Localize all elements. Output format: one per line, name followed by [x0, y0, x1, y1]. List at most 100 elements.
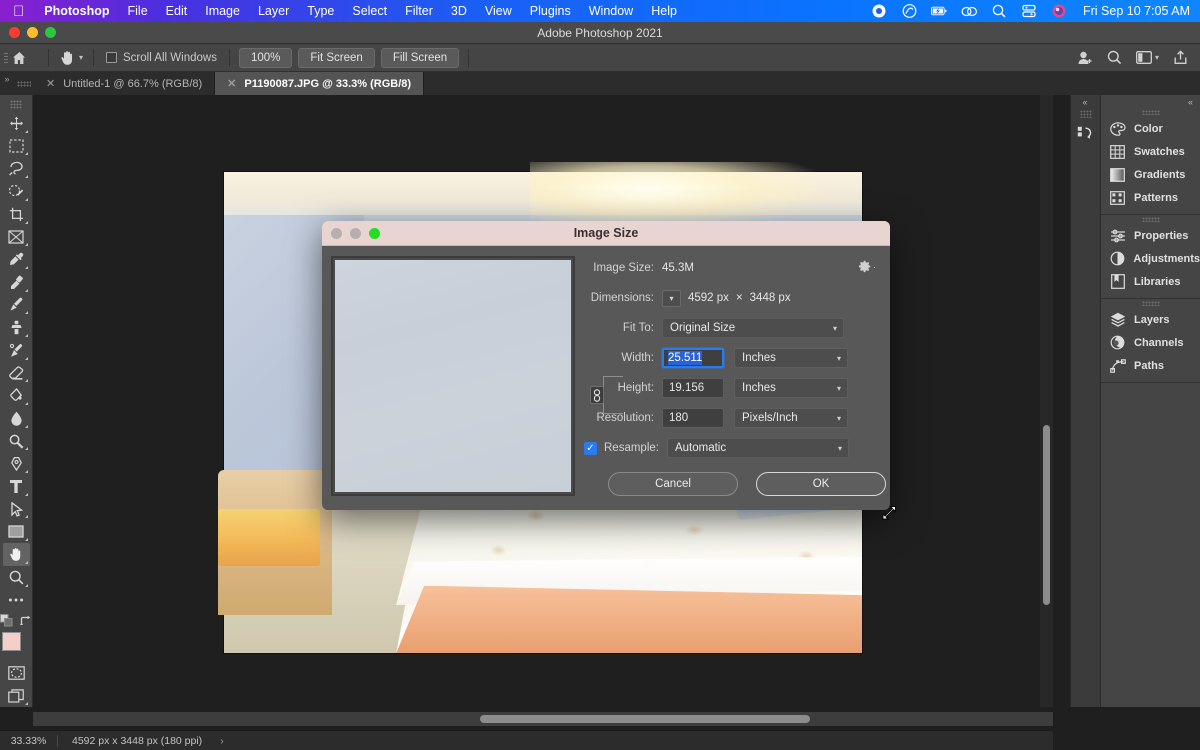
dimensions-units-chevron-down-icon[interactable]: ▾: [662, 289, 681, 307]
image-size-dialog[interactable]: Image Size Image Size: 45.3M · Dimension…: [322, 221, 890, 510]
scrollbar-thumb[interactable]: [1043, 425, 1050, 605]
ok-button[interactable]: OK: [756, 472, 886, 496]
default-colors-icon[interactable]: [0, 614, 13, 627]
crop-tool[interactable]: [3, 203, 30, 226]
toolbar-grip[interactable]: [10, 100, 22, 110]
screen-mode-button[interactable]: [3, 684, 30, 707]
resample-select[interactable]: Automatic ▾: [666, 438, 849, 458]
chevron-down-icon[interactable]: ▾: [79, 53, 83, 62]
history-actions-icon[interactable]: [1072, 120, 1100, 146]
pen-tool[interactable]: [3, 452, 30, 475]
zoom-level-field[interactable]: 33.33%: [0, 734, 58, 747]
panel-tab-paths[interactable]: Paths: [1101, 354, 1200, 377]
constrain-proportions-control[interactable]: [583, 372, 629, 416]
chain-link-icon[interactable]: [590, 386, 604, 404]
menu-select[interactable]: Select: [343, 4, 396, 18]
menu-help[interactable]: Help: [642, 4, 686, 18]
scroll-all-windows-checkbox[interactable]: Scroll All Windows: [100, 52, 223, 64]
menu-photoshop[interactable]: Photoshop: [35, 4, 118, 18]
apple-logo-icon[interactable]: : [0, 4, 35, 19]
lasso-tool[interactable]: [3, 157, 30, 180]
move-tool[interactable]: [3, 112, 30, 135]
zoom-window-button[interactable]: [45, 27, 56, 38]
resolution-input[interactable]: 180: [662, 408, 724, 428]
menu-layer[interactable]: Layer: [249, 4, 298, 18]
menu-3d[interactable]: 3D: [442, 4, 476, 18]
minimize-window-button[interactable]: [27, 27, 38, 38]
menu-bar-clock[interactable]: Fri Sep 10 7:05 AM: [1083, 4, 1190, 18]
current-tool-hand-tool-icon[interactable]: ▾: [55, 49, 87, 66]
dock-grip[interactable]: [1079, 110, 1092, 118]
type-tool[interactable]: [3, 475, 30, 498]
panel-tab-layers[interactable]: Layers: [1101, 308, 1200, 331]
menu-type[interactable]: Type: [298, 4, 343, 18]
settings-gear-icon[interactable]: ·: [858, 260, 876, 273]
panel-group-grip[interactable]: [1101, 299, 1200, 308]
path-selection-tool[interactable]: [3, 498, 30, 521]
tab-overflow-chevron-icon[interactable]: »: [0, 72, 14, 95]
canvas-vertical-scrollbar[interactable]: [1040, 95, 1053, 707]
user-avatar-icon[interactable]: [1051, 4, 1068, 19]
search-icon[interactable]: [991, 4, 1008, 19]
hand-tool[interactable]: [2, 543, 30, 566]
scrollbar-thumb[interactable]: [480, 715, 810, 723]
image-preview[interactable]: [331, 256, 575, 496]
options-bar-grip[interactable]: [0, 48, 12, 68]
healing-brush-tool[interactable]: [3, 271, 30, 294]
menu-filter[interactable]: Filter: [396, 4, 442, 18]
dodge-tool[interactable]: [3, 430, 30, 453]
status-expand-arrow-icon[interactable]: ›: [202, 735, 224, 747]
tab-bar-grip[interactable]: [14, 72, 34, 95]
control-center-icon[interactable]: [1021, 4, 1038, 19]
collapse-secondary-dock-button[interactable]: «: [1070, 95, 1100, 108]
history-brush-tool[interactable]: [3, 339, 30, 362]
panel-tab-channels[interactable]: Channels: [1101, 331, 1200, 354]
panel-tab-libraries[interactable]: Libraries: [1101, 270, 1200, 293]
eraser-tool[interactable]: [3, 362, 30, 385]
panel-tab-properties[interactable]: Properties: [1101, 224, 1200, 247]
menu-view[interactable]: View: [476, 4, 521, 18]
menu-file[interactable]: File: [119, 4, 157, 18]
zoom-tool[interactable]: [3, 566, 30, 589]
tab-untitled-1[interactable]: ✕ Untitled-1 @ 66.7% (RGB/8): [34, 72, 216, 95]
workspace-switcher[interactable]: ▾: [1136, 51, 1159, 64]
foreground-color-swatch[interactable]: [2, 632, 21, 652]
search-icon[interactable]: [1107, 50, 1122, 65]
close-window-button[interactable]: [9, 27, 20, 38]
gradient-tool[interactable]: [3, 384, 30, 407]
chevron-down-icon[interactable]: ▾: [1155, 53, 1159, 62]
width-unit-select[interactable]: Inches ▾: [734, 348, 848, 368]
panel-tab-gradients[interactable]: Gradients: [1101, 163, 1200, 186]
cancel-button[interactable]: Cancel: [608, 472, 738, 496]
canvas-horizontal-scrollbar[interactable]: [33, 712, 1053, 726]
battery-charging-icon[interactable]: [930, 4, 948, 19]
brush-tool[interactable]: [3, 294, 30, 317]
blur-tool[interactable]: [3, 407, 30, 430]
width-input[interactable]: 25.511: [662, 348, 724, 368]
panel-tab-patterns[interactable]: Patterns: [1101, 186, 1200, 209]
color-swatches[interactable]: [1, 632, 31, 661]
zoom-100-button[interactable]: 100%: [238, 47, 293, 68]
menu-image[interactable]: Image: [196, 4, 249, 18]
fit-screen-button[interactable]: Fit Screen: [298, 47, 375, 68]
rectangle-tool[interactable]: [3, 520, 30, 543]
fill-screen-button[interactable]: Fill Screen: [380, 47, 460, 68]
close-icon[interactable]: ✕: [227, 77, 236, 90]
panel-group-grip[interactable]: [1101, 108, 1200, 117]
resolution-unit-select[interactable]: Pixels/Inch ▾: [734, 408, 848, 428]
swap-colors-icon[interactable]: [19, 614, 33, 627]
share-user-icon[interactable]: [1077, 50, 1093, 65]
export-icon[interactable]: [1173, 50, 1188, 65]
panel-tab-color[interactable]: Color: [1101, 117, 1200, 140]
collapse-dock-button[interactable]: «: [1101, 95, 1200, 108]
height-unit-select[interactable]: Inches ▾: [734, 378, 848, 398]
creative-cloud-icon[interactable]: [901, 4, 918, 19]
home-icon[interactable]: [12, 51, 42, 65]
menu-plugins[interactable]: Plugins: [521, 4, 580, 18]
edit-toolbar-button[interactable]: [3, 589, 30, 612]
height-input[interactable]: 19.156: [662, 378, 724, 398]
panel-tab-adjustments[interactable]: Adjustments: [1101, 247, 1200, 270]
close-icon[interactable]: ✕: [46, 77, 55, 90]
record-icon[interactable]: [871, 4, 888, 19]
panel-tab-swatches[interactable]: Swatches: [1101, 140, 1200, 163]
